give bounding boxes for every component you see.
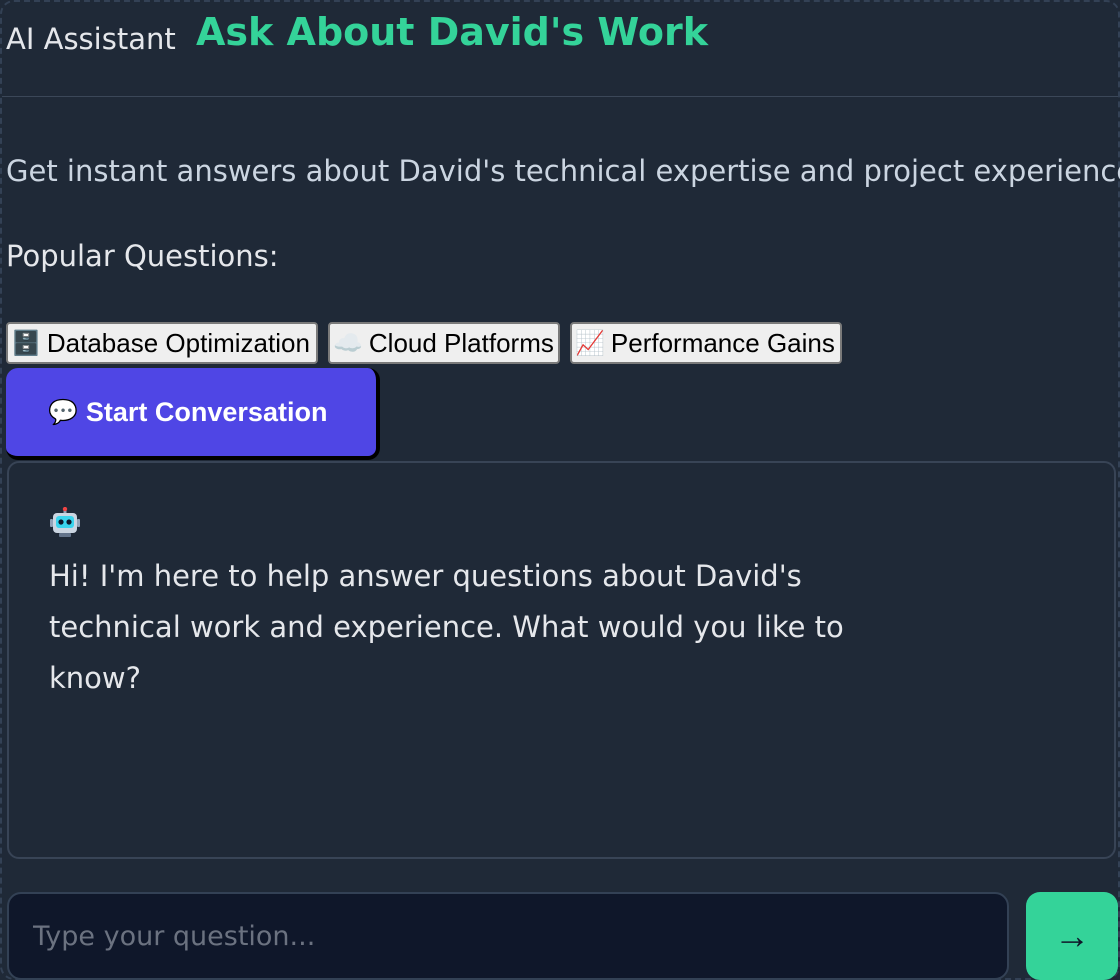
page-title: Ask About David's Work (196, 10, 709, 54)
bot-message: Hi! I'm here to help answer questions ab… (49, 559, 844, 695)
chat-messages: Hi! I'm here to help answer questions ab… (7, 461, 1116, 859)
assistant-label: AI Assistant (6, 22, 176, 56)
speech-bubble-icon: 💬 (48, 398, 78, 426)
start-conversation-button[interactable]: 💬 Start Conversation (6, 368, 380, 460)
question-chip-database-optimization[interactable]: 🗄️ Database Optimization (6, 322, 318, 364)
question-input[interactable] (7, 892, 1009, 980)
popular-questions-label: Popular Questions: (6, 239, 279, 273)
chip-label: Cloud Platforms (368, 327, 554, 358)
chip-label: Performance Gains (610, 327, 835, 358)
arrow-right-icon: → (1054, 915, 1090, 956)
question-chip-cloud-platforms[interactable]: ☁️ Cloud Platforms (328, 322, 560, 364)
subtitle: Get instant answers about David's techni… (6, 154, 1120, 188)
question-chip-performance-gains[interactable]: 📈 Performance Gains (570, 322, 842, 364)
header: AI Assistant Ask About David's Work (2, 2, 1118, 97)
start-conversation-label: Start Conversation (85, 396, 328, 427)
send-button[interactable]: → (1026, 892, 1118, 980)
cloud-icon: ☁️ (333, 329, 363, 357)
robot-icon (50, 507, 80, 537)
assistant-panel: AI Assistant Ask About David's Work Get … (0, 0, 1120, 980)
file-cabinet-icon: 🗄️ (11, 329, 41, 357)
chart-up-icon: 📈 (575, 329, 605, 357)
chip-label: Database Optimization (46, 327, 310, 358)
